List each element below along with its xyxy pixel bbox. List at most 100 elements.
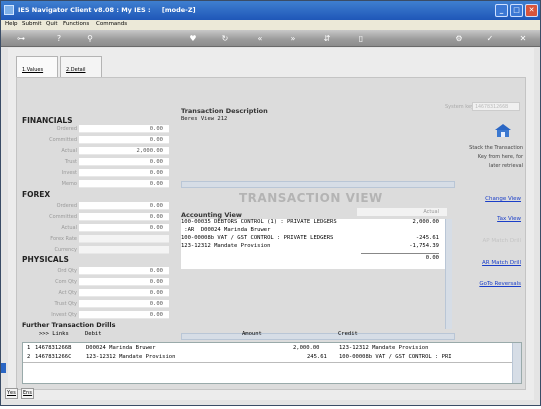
forex-label-committed: Committed [49, 214, 77, 220]
drills-heading: Further Transaction Drills [22, 321, 116, 329]
financials-label-ordered: Ordered [56, 126, 77, 132]
drills-row-1-key[interactable]: 1467831266B [35, 344, 71, 352]
drills-col-links: >>> Links [39, 331, 69, 337]
values-panel: FINANCIALS Ordered 0.00 Committed 0.00 A… [16, 77, 526, 390]
drills-grid: 1 1467831266B D00024 Marinda Bruwer 2,00… [22, 342, 522, 384]
description-scrollbar[interactable] [181, 181, 455, 188]
forex-label-currency: Currency [54, 247, 77, 253]
drills-row-1-credit: 123-12312 Mandate Provision [339, 345, 429, 351]
fast-forward-icon[interactable]: » [287, 33, 299, 44]
physicals-heading: PHYSICALS [22, 255, 69, 264]
ap-match-drill-link: AP Match Drill [482, 238, 521, 244]
drills-row-1-num: 1 [27, 345, 31, 351]
financials-ordered-field[interactable]: 0.00 [79, 125, 169, 133]
title-bar: IES Navigator Client v8.08 : My IES : [m… [1, 1, 540, 20]
toolbar-close-icon[interactable]: ✕ [517, 33, 529, 44]
financials-label-trust: Trust [64, 159, 77, 165]
financials-invest-field[interactable]: 0.00 [79, 169, 169, 177]
physicals-com-qty-field[interactable]: 0.00 [79, 278, 169, 286]
drills-col-debit: Debit [85, 331, 102, 337]
transaction-description-label: Transaction Description [181, 107, 268, 115]
tab-detail[interactable]: 2.Detail [60, 56, 102, 78]
accounting-vertical-scrollbar[interactable] [445, 219, 452, 329]
financials-heading: FINANCIALS [22, 116, 73, 125]
drills-row[interactable]: 2 1467831266C 123-12312 Mandate Provisio… [23, 353, 513, 361]
toolbar: ⊶ ? ⚲ ♥ ↻ « » ⇵ ▯ ⚙ ✓ ✕ [1, 30, 540, 47]
tax-view-link[interactable]: Tax View [465, 216, 521, 222]
application-window: IES Navigator Client v8.08 : My IES : [m… [0, 0, 541, 406]
accounting-line-3-text: 100-00008b VAT / GST CONTROL : PRIVATE L… [181, 235, 334, 241]
key-icon[interactable]: ⊶ [10, 33, 32, 44]
accounting-view-label: Accounting View [181, 211, 242, 219]
document-icon[interactable]: ▯ [355, 33, 367, 44]
menu-commands[interactable]: Commands [96, 21, 127, 27]
physicals-label-ord-qty: Ord Qty [57, 268, 77, 274]
stack-transaction-icon[interactable] [493, 122, 513, 138]
forex-committed-field[interactable]: 0.00 [79, 213, 169, 221]
accounting-line-4-amount: -1,754.39 [409, 243, 439, 249]
physicals-ord-qty-field[interactable]: 0.00 [79, 267, 169, 275]
drills-vertical-scrollbar[interactable] [512, 343, 521, 383]
menu-help[interactable]: Help [5, 21, 18, 27]
menu-bar: Help Submit Quit Functions Commands [1, 20, 540, 30]
drills-col-amount: Amount [242, 331, 262, 337]
system-key-field[interactable]: 1467831266B [472, 102, 520, 111]
help-icon[interactable]: ? [53, 33, 65, 44]
refresh-icon[interactable]: ↻ [219, 33, 231, 44]
forex-ordered-field[interactable]: 0.00 [79, 202, 169, 210]
app-icon [4, 5, 14, 15]
physicals-trust-qty-field[interactable]: 0.00 [79, 300, 169, 308]
forex-currency-field[interactable] [79, 246, 169, 254]
menu-functions[interactable]: Functions [63, 21, 89, 27]
financials-actual-field[interactable]: 2,000.00 [79, 147, 169, 155]
forex-heading: FOREX [22, 190, 51, 199]
physicals-invest-qty-field[interactable]: 0.00 [79, 311, 169, 319]
actual-column-header: Actual [357, 208, 447, 216]
drills-row-1-debit: D00024 Marinda Bruwer [86, 345, 156, 351]
physicals-label-invest-qty: Invest Qty [51, 312, 77, 318]
drills-row-2-credit: 100-00008b VAT / GST CONTROL : PRI [339, 354, 452, 360]
window-title: IES Navigator Client v8.08 : My IES : [m… [18, 6, 196, 14]
transaction-view-watermark: TRANSACTION VIEW [239, 191, 383, 205]
drills-row-2-debit: 123-12312 Mandate Provision [86, 354, 176, 360]
maximize-button[interactable]: □ [510, 4, 523, 17]
accounting-line-2-text: :AR D00024 Marinda Bruwer [181, 227, 271, 233]
accounting-line-1-amount: 2,000.00 [412, 219, 440, 225]
search-icon[interactable]: ⚲ [84, 33, 96, 44]
drills-row-2-key[interactable]: 1467831266C [35, 353, 71, 361]
drills-row-2-num: 2 [27, 354, 31, 360]
status-buttons: Yes Ens [5, 388, 35, 399]
menu-quit[interactable]: Quit [46, 21, 58, 27]
financials-committed-field[interactable]: 0.00 [79, 136, 169, 144]
accounting-line-4-text: 123-12312 Mandate Provision [181, 243, 271, 249]
accounting-total: 0.00 [425, 255, 439, 261]
rewind-icon[interactable]: « [254, 33, 266, 44]
tab-values[interactable]: 1.Values [16, 56, 58, 78]
ar-match-drill-link[interactable]: AR Match Drill [465, 260, 521, 266]
close-button[interactable]: ✕ [525, 4, 538, 17]
check-icon[interactable]: ✓ [484, 33, 496, 44]
accounting-line-3-amount: -245.61 [415, 235, 439, 241]
yes-button[interactable]: Yes [5, 388, 19, 399]
forex-label-rate: Forex Rate [50, 236, 77, 242]
financials-label-invest: Invest [61, 170, 77, 176]
heart-icon[interactable]: ♥ [187, 33, 199, 44]
physicals-act-qty-field[interactable]: 0.00 [79, 289, 169, 297]
drills-col-credit: Credit [338, 331, 358, 337]
drills-row-1-amount: 2,000.00 [293, 345, 320, 351]
stack-icon[interactable]: ⇵ [321, 33, 333, 44]
ens-button[interactable]: Ens [21, 388, 35, 399]
goto-reversals-link[interactable]: GoTo Reversals [465, 281, 521, 287]
change-view-link[interactable]: Change View [465, 196, 521, 202]
drills-row[interactable]: 1 1467831266B D00024 Marinda Bruwer 2,00… [23, 344, 513, 352]
settings-icon[interactable]: ⚙ [453, 33, 465, 44]
financials-memo-field[interactable]: 0.00 [79, 180, 169, 188]
drills-header-row: >>> Links Debit Amount Credit [22, 329, 522, 339]
forex-actual-field[interactable]: 0.00 [79, 224, 169, 232]
menu-submit[interactable]: Submit [22, 21, 42, 27]
main-content: 1.Values 2.Detail FINANCIALS Ordered 0.0… [8, 48, 534, 400]
financials-trust-field[interactable]: 0.00 [79, 158, 169, 166]
forex-rate-field[interactable] [79, 235, 169, 243]
accounting-line-1-text: 100-00035 DEBTORS CONTROL (1) : PRIVATE … [181, 219, 337, 225]
minimize-button[interactable]: _ [495, 4, 508, 17]
